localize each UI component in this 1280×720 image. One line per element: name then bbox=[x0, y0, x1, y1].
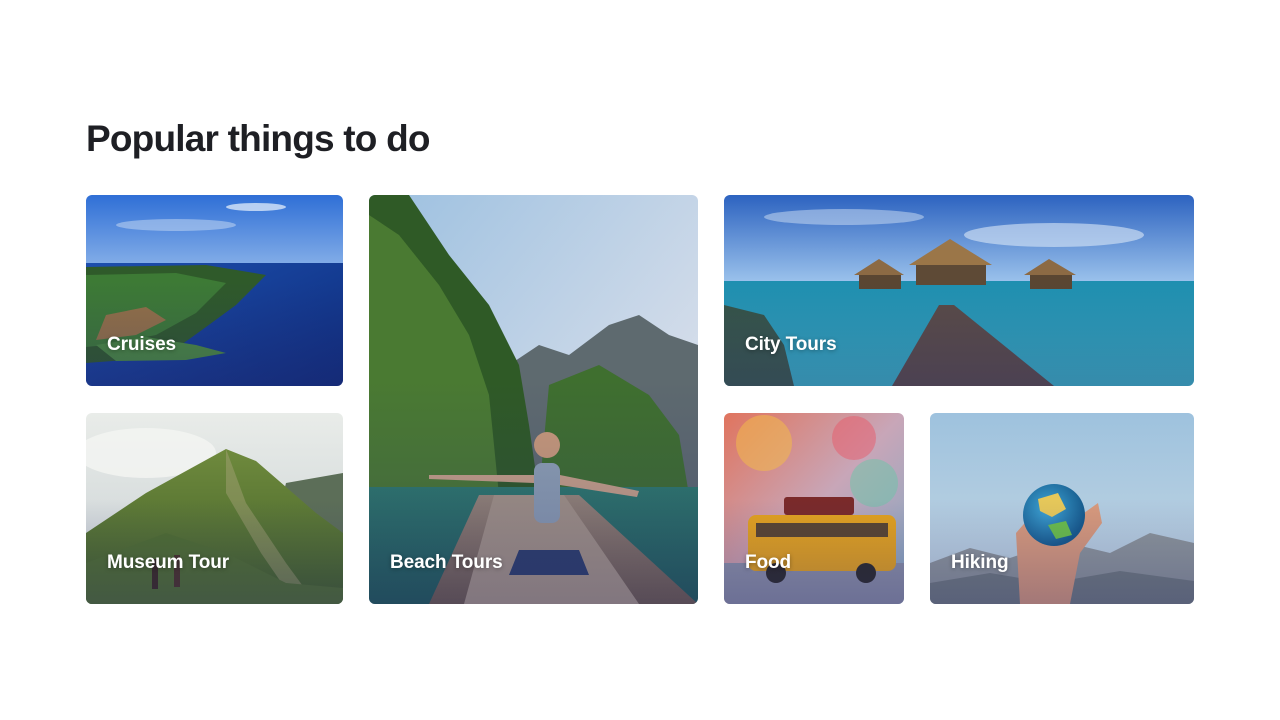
museum-tour-image bbox=[86, 413, 343, 604]
hiking-image bbox=[930, 413, 1194, 604]
card-label: Cruises bbox=[107, 334, 177, 355]
card-label: Beach Tours bbox=[390, 552, 503, 573]
card-label: City Tours bbox=[745, 334, 837, 355]
card-city-tours[interactable]: City Tours bbox=[724, 195, 1194, 386]
section-title: Popular things to do bbox=[86, 118, 430, 159]
card-food[interactable]: Food bbox=[724, 413, 904, 604]
card-beach-tours[interactable]: Beach Tours bbox=[369, 195, 698, 604]
city-tours-image bbox=[724, 195, 1194, 386]
cruises-image bbox=[86, 195, 343, 386]
card-cruises[interactable]: Cruises bbox=[86, 195, 343, 386]
food-image bbox=[724, 413, 904, 604]
card-label: Food bbox=[745, 552, 792, 573]
card-museum-tour[interactable]: Museum Tour bbox=[86, 413, 343, 604]
card-label: Hiking bbox=[951, 552, 1009, 573]
card-label: Museum Tour bbox=[107, 552, 230, 573]
beach-tours-image bbox=[369, 195, 698, 604]
card-hiking[interactable]: Hiking bbox=[930, 413, 1194, 604]
popular-things-section: Popular things to do Cruises Museum Tour… bbox=[0, 0, 1280, 720]
